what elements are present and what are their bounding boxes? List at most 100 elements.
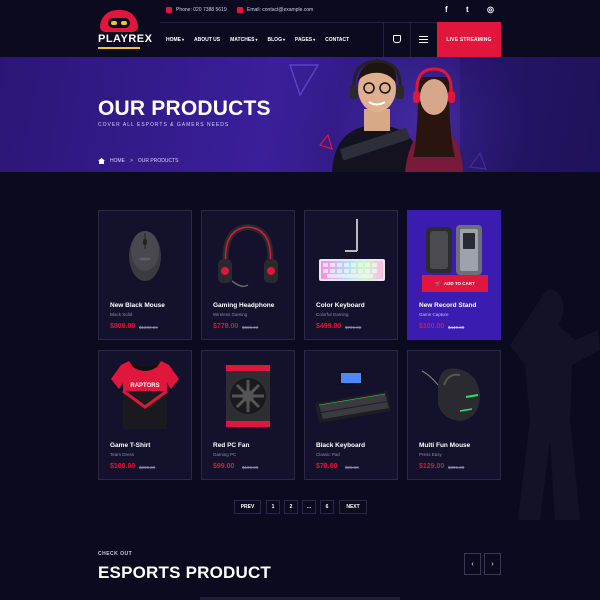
soldier-silhouette — [510, 289, 600, 520]
product-old-price: $98.00 — [345, 465, 359, 470]
product-price: $78.00 — [316, 463, 338, 470]
add-to-cart-button[interactable]: 🛒 ADD TO CART — [422, 275, 488, 292]
pagination-page-2[interactable]: 2 — [284, 500, 298, 514]
product-old-price: $799.00 — [345, 325, 362, 330]
product-subtitle: Black Solid — [110, 312, 133, 317]
product-card[interactable]: Black Keyboard Classic Pad $78.00 $98.00 — [304, 350, 398, 480]
pagination-page-1[interactable]: 1 — [266, 500, 280, 514]
product-subtitle: Wireless Gaming — [213, 312, 248, 317]
email-info: Email: contact@example.com — [237, 7, 313, 13]
chevron-down-icon: ▾ — [182, 37, 185, 42]
product-image-tshirt[interactable]: RAPTORS — [99, 351, 191, 437]
product-price: $129.00 — [419, 463, 445, 470]
product-image-fan[interactable] — [202, 351, 294, 437]
page-banner: OUR PRODUCTS COVER ALL ESPORTS & GAMERS … — [0, 57, 600, 172]
nav-separator — [410, 22, 411, 57]
cart-icon: 🛒 — [435, 280, 441, 286]
product-name[interactable]: Color Keyboard — [316, 302, 365, 309]
nav-separator — [383, 22, 384, 57]
product-image-rgbmouse[interactable] — [408, 351, 500, 437]
product-image-keyboard[interactable] — [305, 211, 397, 297]
logo-underline — [98, 47, 140, 49]
nav-about[interactable]: ABOUT US — [194, 37, 220, 43]
product-card[interactable]: Red PC Fan Gaming PC $99.00 $199.00 — [201, 350, 295, 480]
product-card[interactable]: Gaming Headphone Wireless Gaming $778.00 $8… — [201, 210, 295, 340]
product-subtitle: Team Dress — [110, 452, 135, 457]
product-name[interactable]: New Black Mouse — [110, 302, 165, 309]
gamer-girl-image — [405, 67, 463, 172]
product-name[interactable]: Black Keyboard — [316, 442, 365, 449]
header-divider — [160, 22, 441, 23]
instagram-icon[interactable]: ◎ — [487, 5, 494, 14]
nav-home[interactable]: HOME▾ — [166, 37, 184, 43]
product-price: $499.00 — [316, 323, 342, 330]
product-card[interactable]: 🛒 ADD TO CART New Record Stand Game Capture… — [407, 210, 501, 340]
product-old-price: $800.00 — [139, 465, 156, 470]
breadcrumb-home[interactable]: HOME — [110, 158, 125, 164]
product-old-price: $199.00 — [242, 465, 259, 470]
nav-blog[interactable]: BLOG▾ — [268, 37, 285, 43]
menu-icon[interactable] — [419, 36, 428, 43]
page-subtitle: COVER ALL ESPORTS & GAMERS NEEDS — [98, 122, 230, 128]
chevron-right-icon: › — [491, 560, 494, 568]
product-price: $778.00 — [213, 323, 239, 330]
phone-info: Phone: 020 7388 5619 — [166, 7, 227, 13]
pagination-ellipsis: ... — [302, 500, 316, 514]
product-subtitle: Gaming PC — [213, 452, 237, 457]
product-name[interactable]: Multi Fun Mouse — [419, 442, 470, 449]
product-old-price: $399.00 — [448, 465, 465, 470]
carousel-prev-button[interactable]: ‹ — [464, 553, 481, 575]
product-old-price: $440.00 — [448, 325, 465, 330]
email-text[interactable]: Email: contact@example.com — [247, 7, 313, 13]
product-name[interactable]: Red PC Fan — [213, 442, 249, 449]
product-price: $800.00 — [110, 323, 136, 330]
chevron-down-icon: ▾ — [282, 37, 285, 42]
product-subtitle: Classic Pad — [316, 452, 340, 457]
nav-matches[interactable]: MATCHES▾ — [230, 37, 257, 43]
product-card[interactable]: RAPTORS Game T-Shirt Team Dress $100.00 $800… — [98, 350, 192, 480]
product-name[interactable]: New Record Stand — [419, 302, 476, 309]
brand-name[interactable]: PLAYREX — [98, 33, 152, 45]
chevron-down-icon: ▾ — [313, 37, 316, 42]
product-card[interactable]: Color Keyboard Colorful Gaming $499.00 $799… — [304, 210, 398, 340]
email-icon — [237, 7, 243, 13]
chevron-down-icon: ▾ — [255, 37, 258, 42]
phone-icon — [166, 7, 172, 13]
product-image-headphone[interactable] — [202, 211, 294, 297]
chevron-left-icon: ‹ — [471, 560, 474, 568]
breadcrumb-separator: > — [130, 158, 133, 164]
section-eyebrow: CHECK OUT — [98, 551, 133, 557]
product-card[interactable]: New Black Mouse Black Solid $800.00 $1200.0… — [98, 210, 192, 340]
product-subtitle: Press Easy — [419, 452, 442, 457]
home-icon[interactable] — [98, 158, 105, 164]
product-old-price: $899.00 — [242, 325, 259, 330]
cart-icon[interactable] — [393, 35, 401, 43]
nav-contact[interactable]: CONTACT — [325, 37, 349, 43]
page-title: OUR PRODUCTS — [98, 97, 271, 120]
svg-text:RAPTORS: RAPTORS — [130, 383, 159, 389]
product-price: $99.00 — [213, 463, 235, 470]
product-name[interactable]: Gaming Headphone — [213, 302, 274, 309]
live-streaming-button[interactable]: LIVE STREAMING — [437, 22, 501, 57]
product-subtitle: Game Capture — [419, 312, 449, 317]
product-price: $100.00 — [110, 463, 136, 470]
product-subtitle: Colorful Gaming — [316, 312, 349, 317]
carousel-next-button[interactable]: › — [484, 553, 501, 575]
site-header: PLAYREX Phone: 020 7388 5619 Email: cont… — [0, 0, 600, 57]
product-card[interactable]: Multi Fun Mouse Press Easy $129.00 $399.00 — [407, 350, 501, 480]
twitter-icon[interactable]: t — [466, 5, 469, 14]
breadcrumb-current: OUR PRODUCTS — [137, 158, 179, 164]
facebook-icon[interactable]: f — [445, 5, 448, 14]
phone-text: Phone: 020 7388 5619 — [176, 7, 227, 13]
product-image-blackkeyboard[interactable] — [305, 351, 397, 437]
product-price: $100.00 — [419, 323, 445, 330]
section-title: ESPORTS PRODUCT — [98, 563, 272, 582]
nav-pages[interactable]: PAGES▾ — [295, 37, 315, 43]
product-old-price: $1200.00 — [139, 325, 158, 330]
banner-decoration — [288, 57, 600, 172]
product-name[interactable]: Game T-Shirt — [110, 442, 150, 449]
product-image-mouse[interactable] — [99, 211, 191, 297]
pagination-next[interactable]: NEXT — [339, 500, 367, 514]
pagination-page-6[interactable]: 6 — [320, 500, 334, 514]
pagination-prev[interactable]: PREV — [234, 500, 261, 514]
